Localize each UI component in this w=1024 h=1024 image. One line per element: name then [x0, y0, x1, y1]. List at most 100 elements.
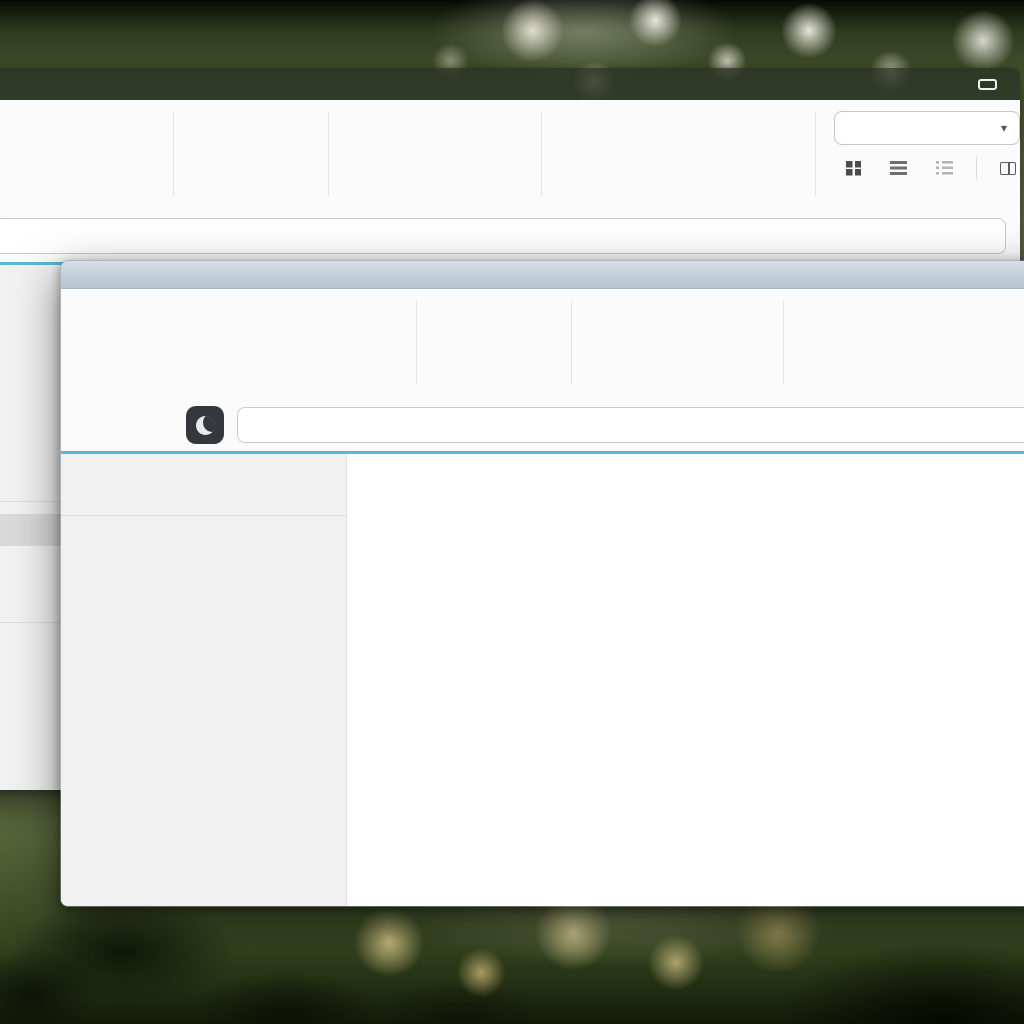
- cloud-upload-icon: [195, 153, 239, 197]
- info-icon: [561, 170, 579, 188]
- refresh-icon: [803, 307, 821, 325]
- open-button[interactable]: [77, 295, 145, 391]
- home-icon: [803, 333, 821, 351]
- home-icon: [561, 144, 579, 162]
- open-folder-icon: [89, 342, 133, 386]
- monitor-download-icon: [263, 153, 307, 197]
- rename-button[interactable]: [291, 359, 403, 377]
- copy-button[interactable]: [145, 295, 213, 391]
- red-x-icon: [682, 153, 726, 197]
- new-file-button[interactable]: [416, 118, 528, 136]
- new-file-button[interactable]: [659, 307, 771, 325]
- toolbar-separator: [416, 301, 417, 385]
- unzip-here-button[interactable]: [659, 359, 771, 377]
- create-actions-group: [649, 295, 775, 391]
- back-arrow-icon[interactable]: [87, 415, 107, 435]
- unzip-here-button[interactable]: [416, 170, 528, 188]
- share-button[interactable]: [979, 295, 1024, 391]
- toolbar-separator: [328, 112, 329, 196]
- scissors-icon: [48, 144, 66, 162]
- view-mode-separator: [976, 157, 977, 179]
- share-icon: [991, 342, 1024, 386]
- sort-dropdown[interactable]: ▾: [834, 111, 1020, 145]
- view-actions-group: [551, 106, 669, 202]
- share-icon: [750, 153, 794, 197]
- refresh-icon: [561, 118, 579, 136]
- toolbar-separator: [571, 301, 572, 385]
- paste-icon: [0, 153, 26, 197]
- create-zip-button[interactable]: [659, 333, 771, 351]
- folder-plus-icon: [350, 153, 394, 197]
- front-window-toolbar: [61, 289, 1024, 399]
- status-bar: [61, 515, 346, 533]
- cut-button[interactable]: [291, 333, 403, 351]
- hamburger-menu-icon[interactable]: [153, 415, 173, 435]
- front-window-titlebar[interactable]: [61, 261, 1024, 289]
- paste-button[interactable]: [213, 295, 281, 391]
- zip-box-icon: [416, 144, 434, 162]
- delete-button[interactable]: [911, 295, 979, 391]
- up-arrow-icon[interactable]: [120, 415, 140, 435]
- rename-button[interactable]: [48, 170, 160, 188]
- file-info-button[interactable]: [561, 170, 665, 188]
- ibeam-icon: [291, 359, 309, 377]
- desktop: ▾: [0, 0, 1024, 1024]
- columns-view-icon[interactable]: [1000, 162, 1016, 175]
- back-window-navbar: [0, 210, 1020, 262]
- open-with-icon: [48, 118, 66, 136]
- scissors-icon: [291, 333, 309, 351]
- upload-button[interactable]: [426, 295, 494, 391]
- toolbar-separator: [783, 301, 784, 385]
- moon-icon: [196, 416, 215, 435]
- red-x-icon: [923, 342, 967, 386]
- cloud-upload-icon: [438, 342, 482, 386]
- list-view-icon[interactable]: [890, 161, 907, 175]
- home-button[interactable]: [561, 144, 665, 162]
- cut-button[interactable]: [48, 144, 160, 162]
- delete-button[interactable]: [670, 106, 738, 202]
- copy-icon: [157, 342, 201, 386]
- minimize-icon: [978, 79, 997, 90]
- create-actions-group: [406, 106, 532, 202]
- refresh-button[interactable]: [561, 118, 665, 136]
- download-button[interactable]: [251, 106, 319, 202]
- grid-view-icon[interactable]: [846, 161, 861, 176]
- upload-button[interactable]: [183, 106, 251, 202]
- front-window-navbar: [61, 399, 1024, 451]
- detail-list-view-icon[interactable]: [936, 161, 953, 175]
- back-window-titlebar[interactable]: [0, 68, 1020, 100]
- refresh-button[interactable]: [803, 307, 907, 325]
- blue-folder-icon: [88, 265, 108, 285]
- folder-plus-icon: [593, 342, 637, 386]
- new-folder-button[interactable]: [338, 106, 406, 202]
- toolbar-separator: [173, 112, 174, 196]
- view-mode-row: [834, 157, 1020, 179]
- front-breadcrumb[interactable]: [237, 407, 1024, 443]
- ibeam-icon: [48, 170, 66, 188]
- new-file-icon: [416, 118, 434, 136]
- unzip-tray-icon: [659, 359, 677, 377]
- open-with-button[interactable]: [48, 118, 160, 136]
- paste-button[interactable]: [0, 106, 38, 202]
- dark-mode-toggle[interactable]: [186, 406, 224, 444]
- file-area: [347, 454, 1024, 906]
- edit-actions-group: [38, 106, 164, 202]
- back-breadcrumb[interactable]: [0, 218, 1006, 254]
- zip-box-icon: [659, 333, 677, 351]
- file-info-button[interactable]: [803, 359, 907, 377]
- open-with-button[interactable]: [291, 307, 403, 325]
- new-folder-button[interactable]: [581, 295, 649, 391]
- info-icon: [803, 359, 821, 377]
- download-button[interactable]: [494, 295, 562, 391]
- home-button[interactable]: [803, 333, 907, 351]
- front-sidebar: [61, 454, 347, 906]
- sort-view-block: ▾: [834, 106, 1020, 202]
- caret-down-icon: ▾: [1001, 121, 1007, 135]
- minimize-button[interactable]: [974, 75, 1000, 93]
- back-window-toolbar: ▾: [0, 100, 1020, 210]
- create-zip-button[interactable]: [416, 144, 528, 162]
- edit-actions-group: [281, 295, 407, 391]
- unzip-tray-icon: [416, 170, 434, 188]
- share-button[interactable]: [738, 106, 806, 202]
- toolbar-separator: [541, 112, 542, 196]
